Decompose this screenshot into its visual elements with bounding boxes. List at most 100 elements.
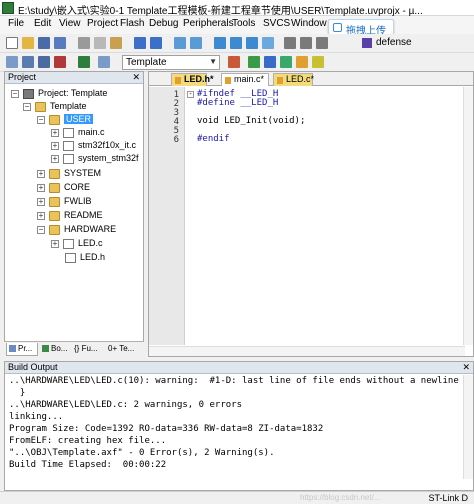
cut-icon[interactable] [78,37,90,49]
tab-label: {} Fu... [74,344,98,353]
tree-project-root[interactable]: − Project: Template [11,88,139,101]
menu-file[interactable]: File [8,18,24,29]
tree-group-core[interactable]: + CORE [37,182,139,195]
close-icon[interactable]: ✕ [132,72,140,83]
tab-led-h[interactable]: LED.h* [171,73,214,86]
target-options-icon[interactable] [228,56,240,68]
project-panel-tabs: Pr... Bo... {} Fu... 0+ Te... [4,341,144,357]
close-icon[interactable]: ✕ [462,362,470,373]
unindent-icon[interactable] [300,37,312,49]
indent-icon[interactable] [284,37,296,49]
line-number-gutter: 1 2 3 4 5 6 [149,87,185,345]
next-bookmark-icon[interactable] [246,37,258,49]
expand-icon[interactable]: + [51,142,59,150]
comment-icon[interactable] [316,37,328,49]
target-select[interactable]: Template ▼ [122,55,220,70]
file-extensions-icon[interactable] [264,56,276,68]
drag-upload-button[interactable]: 拖拽上传 [328,19,394,37]
download-icon[interactable] [78,56,90,68]
expand-icon[interactable]: + [51,129,59,137]
editor-vertical-scrollbar[interactable] [463,87,473,345]
c-file-icon [63,128,74,138]
window-title: E:\study\嵌入式\实验0-1 Template工程模板-新建工程章节使用… [18,6,423,17]
stop-build-icon[interactable] [54,56,66,68]
output-vertical-scrollbar[interactable] [463,375,473,479]
expand-icon[interactable]: + [37,170,45,178]
tree-file-main-c[interactable]: + main.c [51,127,139,140]
tree-target-template[interactable]: − Template [23,101,139,114]
expand-icon[interactable]: + [37,184,45,192]
tab-functions[interactable]: {} Fu... [74,343,106,356]
tree-group-fwlib[interactable]: + FWLIB [37,196,139,209]
menu-peripherals[interactable]: Peripherals [183,18,234,29]
tree-file-system-stm32[interactable]: + system_stm32f10 [51,153,139,166]
menu-tools[interactable]: Tools [232,18,255,29]
menu-debug[interactable]: Debug [149,18,178,29]
collapse-icon[interactable]: − [11,90,19,98]
file-toolbar: defense [0,34,474,53]
run-time-env-icon[interactable] [312,56,324,68]
tree-group-system[interactable]: + SYSTEM [37,168,139,181]
nav-forward-icon[interactable] [190,37,202,49]
build-icon[interactable] [22,56,34,68]
translate-icon[interactable] [6,56,18,68]
fold-marker[interactable]: - [187,91,194,98]
collapse-icon[interactable]: − [23,103,31,111]
collapse-icon[interactable]: − [37,226,45,234]
expand-icon[interactable]: + [37,212,45,220]
tab-templates[interactable]: 0+ Te... [108,343,142,356]
menu-project[interactable]: Project [87,18,118,29]
expand-icon[interactable]: + [37,198,45,206]
tree-file-led-c[interactable]: + LED.c [51,238,139,251]
menu-view[interactable]: View [59,18,81,29]
tab-main-c[interactable]: main.c* [221,73,269,86]
tab-books[interactable]: Bo... [40,343,72,356]
rebuild-icon[interactable] [38,56,50,68]
clear-bookmarks-icon[interactable] [262,37,274,49]
new-file-icon[interactable] [6,37,18,49]
tab-led-c[interactable]: LED.c* [273,73,314,86]
code-line[interactable]: #endif [197,134,230,144]
tree-label: CORE [64,182,91,192]
collapse-icon[interactable]: − [37,116,45,124]
tab-project[interactable]: Pr... [6,343,38,356]
menu-svcs[interactable]: SVCS [263,18,290,29]
manage-components-icon[interactable] [248,56,260,68]
expand-icon[interactable]: + [51,240,59,248]
select-packs-icon[interactable] [296,56,308,68]
editor-horizontal-scrollbar[interactable] [149,346,465,356]
menu-flash[interactable]: Flash [120,18,144,29]
title-bar: E:\study\嵌入式\实验0-1 Template工程模板-新建工程章节使用… [0,0,474,17]
prev-bookmark-icon[interactable] [230,37,242,49]
batch-build-icon[interactable] [98,56,110,68]
tree-file-led-h[interactable]: LED.h [65,252,139,265]
expand-icon[interactable]: + [51,155,59,163]
pack-installer-icon[interactable] [280,56,292,68]
tree-label: system_stm32f10 [78,153,139,163]
tree-file-stm32f10x-it[interactable]: + stm32f10x_it.c [51,140,139,153]
save-icon[interactable] [38,37,50,49]
menu-window[interactable]: Window [291,18,327,29]
file-icon [277,77,283,84]
menu-edit[interactable]: Edit [34,18,51,29]
save-all-icon[interactable] [54,37,66,49]
folder-icon [49,115,60,125]
code-line[interactable]: void LED_Init(void); [197,116,305,126]
folder-icon [49,183,60,193]
code-line[interactable]: #define __LED_H [197,98,278,108]
open-folder-icon[interactable] [22,37,34,49]
paste-icon[interactable] [110,37,122,49]
find-icon [362,38,372,48]
tree-label: USER [64,114,94,124]
tree-group-readme[interactable]: + README [37,210,139,223]
nav-back-icon[interactable] [174,37,186,49]
tree-group-hardware[interactable]: − HARDWARE [37,224,139,237]
copy-icon[interactable] [94,37,106,49]
build-output-header: Build Output ✕ [5,362,473,374]
bookmark-icon[interactable] [214,37,226,49]
find-combo[interactable]: defense [360,36,420,51]
redo-icon[interactable] [150,37,162,49]
tree-group-user[interactable]: − USER [37,114,139,127]
project-panel-header: Project ✕ [5,72,143,84]
undo-icon[interactable] [134,37,146,49]
